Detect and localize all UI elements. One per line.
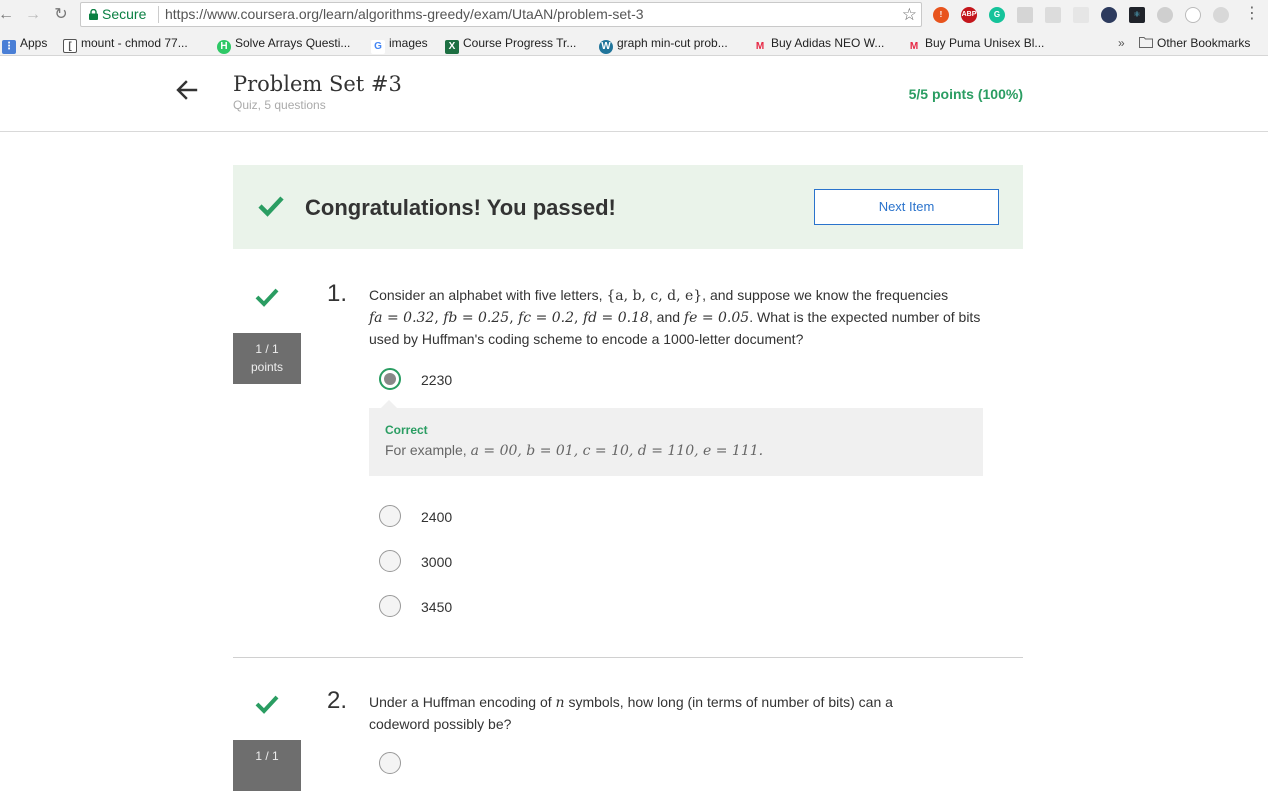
freq-e: fe = 0.05 <box>683 310 750 326</box>
freq-b: fb = 0.25 <box>443 310 510 326</box>
option-radio[interactable] <box>379 752 401 774</box>
bookmark-label: Course Progress Tr... <box>463 36 577 50</box>
bookmark-label: Apps <box>20 36 48 50</box>
question-text-intro: Consider an alphabet with five letters, <box>369 287 607 303</box>
grammarly-icon[interactable]: G <box>989 7 1005 23</box>
hackerrank-icon: H <box>217 40 231 54</box>
question-text: Consider an alphabet with five letters, … <box>369 287 981 347</box>
lock-icon <box>89 9 98 20</box>
url-text[interactable]: https://www.coursera.org/learn/algorithm… <box>165 3 644 26</box>
pass-message: Congratulations! You passed! <box>305 195 616 220</box>
secure-label: Secure <box>102 6 147 22</box>
symbol-count-var: n <box>555 695 565 711</box>
option-radio-2400[interactable] <box>379 505 401 527</box>
question-correct-check-icon <box>255 288 279 307</box>
question-number: 2. <box>327 687 348 714</box>
freq-a: fa = 0.32 <box>369 310 435 326</box>
bookmark-buy-adidas[interactable]: M Buy Adidas NEO W... <box>753 31 885 55</box>
option-label[interactable]: 3450 <box>421 599 452 615</box>
question-points-badge: 1 / 1 <box>233 740 301 791</box>
adblock-icon[interactable]: ABP <box>961 7 977 23</box>
page-title: Problem Set #3 <box>233 72 402 96</box>
bookmark-course-progress[interactable]: X Course Progress Tr... <box>445 31 576 55</box>
myntra-icon: M <box>909 41 919 52</box>
bookmark-label: Buy Puma Unisex Bl... <box>925 36 1045 50</box>
bookmark-solve-arrays[interactable]: H Solve Arrays Questi... <box>217 31 350 55</box>
question-text-before: Under a Huffman encoding of <box>369 694 556 710</box>
freq-d: fd = 0.18 <box>582 310 649 326</box>
question-text: Under a Huffman encoding of n symbols, h… <box>369 692 949 735</box>
pass-banner: Congratulations! You passed! Next Item <box>233 165 1023 249</box>
google-icon: G <box>371 40 385 54</box>
option-radio-3000[interactable] <box>379 550 401 572</box>
bookmark-label: mount - chmod 77... <box>81 36 188 50</box>
check-icon <box>258 196 284 217</box>
url-separator <box>158 6 159 23</box>
bookmark-label: Other Bookmarks <box>1157 36 1251 50</box>
wordpress-icon: W <box>599 40 613 54</box>
ext-icon[interactable] <box>1101 7 1117 23</box>
ext-icon[interactable] <box>1017 7 1033 23</box>
alphabet-set: {a, b, c, d, e} <box>606 288 703 304</box>
sheets-icon: X <box>445 40 459 54</box>
browser-toolbar: ← → ↻ Secure https://www.coursera.org/le… <box>0 0 1268 31</box>
bookmarks-overflow-icon[interactable]: » <box>1118 31 1125 55</box>
react-icon[interactable]: ⚛ <box>1129 7 1145 23</box>
ext-icon[interactable] <box>1157 7 1173 23</box>
apps-grid-icon: ⋮ <box>2 40 16 54</box>
bookmark-star-icon[interactable]: ☆ <box>902 3 917 26</box>
points-value: 1 / 1 <box>255 342 279 356</box>
option-label[interactable]: 2400 <box>421 509 452 525</box>
option-label[interactable]: 2230 <box>421 372 452 388</box>
bookmark-other[interactable]: Other Bookmarks <box>1139 31 1250 55</box>
feedback-prefix: For example, <box>385 442 471 458</box>
bookmark-label: graph min-cut prob... <box>617 36 728 50</box>
option-radio-2230[interactable] <box>379 368 401 390</box>
option-radio-3450[interactable] <box>379 595 401 617</box>
question-text-mid: , and suppose we know the frequencies <box>702 287 949 303</box>
bookmark-label: Buy Adidas NEO W... <box>771 36 885 50</box>
freq-c: fc = 0.2 <box>518 310 575 326</box>
ext-icon[interactable] <box>1045 7 1061 23</box>
myntra-icon: M <box>755 41 765 52</box>
bookmark-label: images <box>389 36 428 50</box>
quiz-score: 5/5 points (100%) <box>908 86 1023 102</box>
back-icon[interactable]: ← <box>0 5 16 25</box>
feedback-encoding: a = 00, b = 01, c = 10, d = 110, e = 111… <box>470 443 764 459</box>
bookmark-page-icon: [ <box>63 39 77 53</box>
feedback-status: Correct <box>385 423 428 437</box>
bookmark-images[interactable]: Gimages <box>371 31 428 55</box>
alert-icon[interactable]: ! <box>933 7 949 23</box>
radio-selected-dot <box>384 373 396 385</box>
question-divider <box>233 657 1023 658</box>
address-bar[interactable]: Secure https://www.coursera.org/learn/al… <box>80 2 922 27</box>
browser-menu-icon[interactable]: ⋮ <box>1244 4 1260 24</box>
bookmark-apps[interactable]: ⋮ Apps <box>2 31 47 55</box>
forward-icon[interactable]: → <box>23 5 43 25</box>
page-subtitle: Quiz, 5 questions <box>233 98 326 112</box>
feedback-text: For example, a = 00, b = 01, c = 10, d =… <box>385 442 763 459</box>
bookmarks-bar: ⋮ Apps [ mount - chmod 77... H Solve Arrays… <box>0 31 1268 56</box>
question-number: 1. <box>327 280 348 307</box>
quiz-header: Problem Set #3 Quiz, 5 questions 5/5 poi… <box>0 57 1268 132</box>
back-arrow-icon[interactable] <box>176 79 198 101</box>
bookmark-label: Solve Arrays Questi... <box>235 36 351 50</box>
next-item-button[interactable]: Next Item <box>814 189 999 225</box>
bookmark-mount-chmod[interactable]: [ mount - chmod 77... <box>63 31 188 55</box>
option-label[interactable]: 3000 <box>421 554 452 570</box>
question-correct-check-icon <box>255 695 279 714</box>
feedback-pointer <box>381 400 397 408</box>
answer-feedback: Correct For example, a = 00, b = 01, c =… <box>369 400 983 476</box>
points-unit: points <box>250 360 284 374</box>
folder-icon <box>1139 37 1153 48</box>
bookmark-buy-puma[interactable]: M Buy Puma Unisex Bl... <box>907 31 1045 55</box>
ext-icon[interactable] <box>1185 7 1201 23</box>
ext-icon[interactable] <box>1213 7 1229 23</box>
ext-icon[interactable] <box>1073 7 1089 23</box>
bookmark-graph-min-cut[interactable]: Wgraph min-cut prob... <box>599 31 728 55</box>
question-points-badge: 1 / 1 points <box>233 333 301 384</box>
reload-icon[interactable]: ↻ <box>51 5 71 25</box>
points-value: 1 / 1 <box>255 749 279 763</box>
